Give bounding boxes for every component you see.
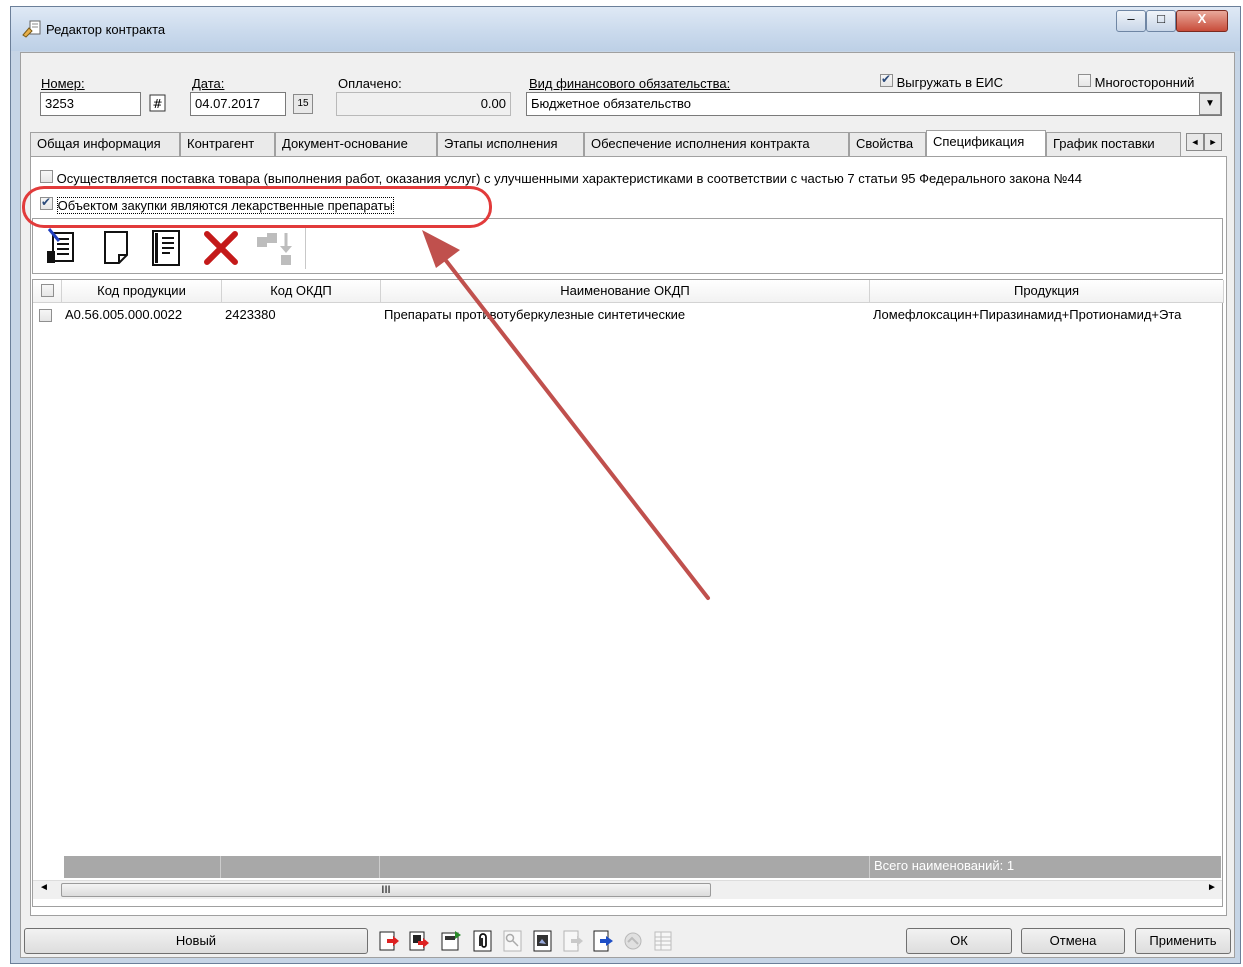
tab-execution-security[interactable]: Обеспечение исполнения контракта [584, 132, 849, 156]
tab-scroll-left-icon[interactable]: ◄ [1186, 133, 1204, 151]
delete-icon[interactable] [203, 231, 239, 265]
tab-counterparty[interactable]: Контрагент [180, 132, 275, 156]
tab-general-info[interactable]: Общая информация [30, 132, 180, 156]
checkbox-icon[interactable] [40, 284, 54, 297]
checkbox-icon[interactable] [39, 309, 52, 322]
footer-segment [64, 856, 221, 878]
key-icon-disabled [503, 930, 522, 952]
contract-editor-app-icon [22, 20, 41, 38]
number-generate-icon[interactable]: # [149, 94, 167, 112]
print-export-icon[interactable] [408, 930, 430, 952]
tab-strip: Общая информация Контрагент Документ-осн… [30, 130, 1230, 158]
number-label: Номер: [41, 76, 85, 91]
close-button[interactable]: X [1176, 10, 1228, 32]
window-title: Редактор контракта [46, 22, 166, 37]
scrollbar-thumb[interactable]: III [61, 883, 711, 897]
tab-specification[interactable]: Спецификация [926, 130, 1046, 158]
cell-product[interactable]: Ломефлоксацин+Пиразинамид+Протионамид+Эт… [870, 304, 1224, 327]
maximize-button[interactable]: □ [1146, 10, 1176, 32]
export-eis-checkbox[interactable]: Выгружать в ЕИС [880, 72, 1004, 90]
toolbar-separator [305, 225, 306, 269]
multilateral-checkbox[interactable]: Многосторонний [1078, 74, 1194, 90]
tab-scroll-right-icon[interactable]: ► [1204, 133, 1222, 151]
tab-execution-stages[interactable]: Этапы исполнения [437, 132, 584, 156]
footer-segment [220, 856, 380, 878]
scroll-left-arrow-icon[interactable]: ◄ [39, 882, 49, 893]
obligation-type-label: Вид финансового обязательства: [529, 76, 731, 91]
column-header-product[interactable]: Продукция [870, 280, 1224, 303]
date-label: Дата: [192, 76, 225, 91]
send-icon[interactable] [592, 930, 614, 952]
table-disabled-icon [654, 931, 672, 951]
tab-properties[interactable]: Свойства [849, 132, 926, 156]
svg-text:#: # [152, 97, 162, 111]
title-bar[interactable] [11, 7, 1240, 51]
tab-delivery-schedule[interactable]: График поставки [1046, 132, 1181, 156]
move-disabled-icon [257, 233, 292, 265]
sign-disabled-icon [624, 932, 642, 950]
number-field[interactable]: 3253 [40, 92, 141, 116]
cell-product-code[interactable]: A0.56.005.000.0022 [62, 304, 222, 327]
column-header-product-code[interactable]: Код продукции [62, 280, 222, 303]
calendar-icon[interactable]: 15 [293, 94, 313, 114]
minimize-button[interactable]: – [1116, 10, 1146, 32]
total-items-count: Всего наименований: 1 [874, 858, 1015, 873]
cancel-button[interactable]: Отмена [1021, 928, 1125, 954]
edit-document-icon[interactable] [45, 227, 79, 267]
scroll-right-arrow-icon[interactable]: ► [1207, 882, 1217, 893]
new-document-icon[interactable] [101, 229, 131, 267]
image-document-icon[interactable] [532, 930, 554, 952]
forward-disabled-icon [563, 930, 583, 952]
horizontal-scrollbar[interactable]: ◄ III ► [33, 880, 1222, 899]
export-eis-label: Выгружать в ЕИС [896, 75, 1004, 90]
checkbox-icon[interactable] [1078, 74, 1091, 87]
annotation-arrow [422, 230, 710, 600]
header-select-all[interactable] [33, 280, 62, 303]
improved-goods-label: Осуществляется поставка товара (выполнен… [56, 171, 1082, 186]
apply-button[interactable]: Применить [1135, 928, 1231, 954]
chevron-down-icon[interactable]: ▼ [1199, 93, 1221, 115]
row-select-cell[interactable] [35, 304, 62, 327]
footer-segment [379, 856, 870, 878]
ok-button[interactable]: ОК [906, 928, 1012, 954]
tab-base-document[interactable]: Документ-основание [275, 132, 437, 156]
obligation-type-select[interactable]: Бюджетное обязательство [526, 92, 1222, 116]
checkbox-icon[interactable] [880, 72, 893, 87]
paid-label: Оплачено: [338, 76, 402, 91]
checkbox-icon[interactable] [40, 170, 53, 183]
table-footer: Всего наименований: 1 [64, 856, 1221, 878]
attachment-icon[interactable] [472, 930, 494, 952]
new-button[interactable]: Новый [24, 928, 368, 954]
improved-goods-checkbox[interactable]: Осуществляется поставка товара (выполнен… [40, 170, 1226, 186]
date-field[interactable]: 04.07.2017 [190, 92, 286, 116]
cell-okdp-code[interactable]: 2423380 [222, 304, 381, 327]
column-header-okdp-code[interactable]: Код ОКДП [222, 280, 381, 303]
list-document-icon[interactable] [149, 229, 183, 267]
multilateral-label: Многосторонний [1094, 75, 1195, 90]
paid-field: 0.00 [336, 92, 511, 116]
export-icon[interactable] [378, 930, 400, 952]
copy-document-icon[interactable] [440, 930, 462, 952]
